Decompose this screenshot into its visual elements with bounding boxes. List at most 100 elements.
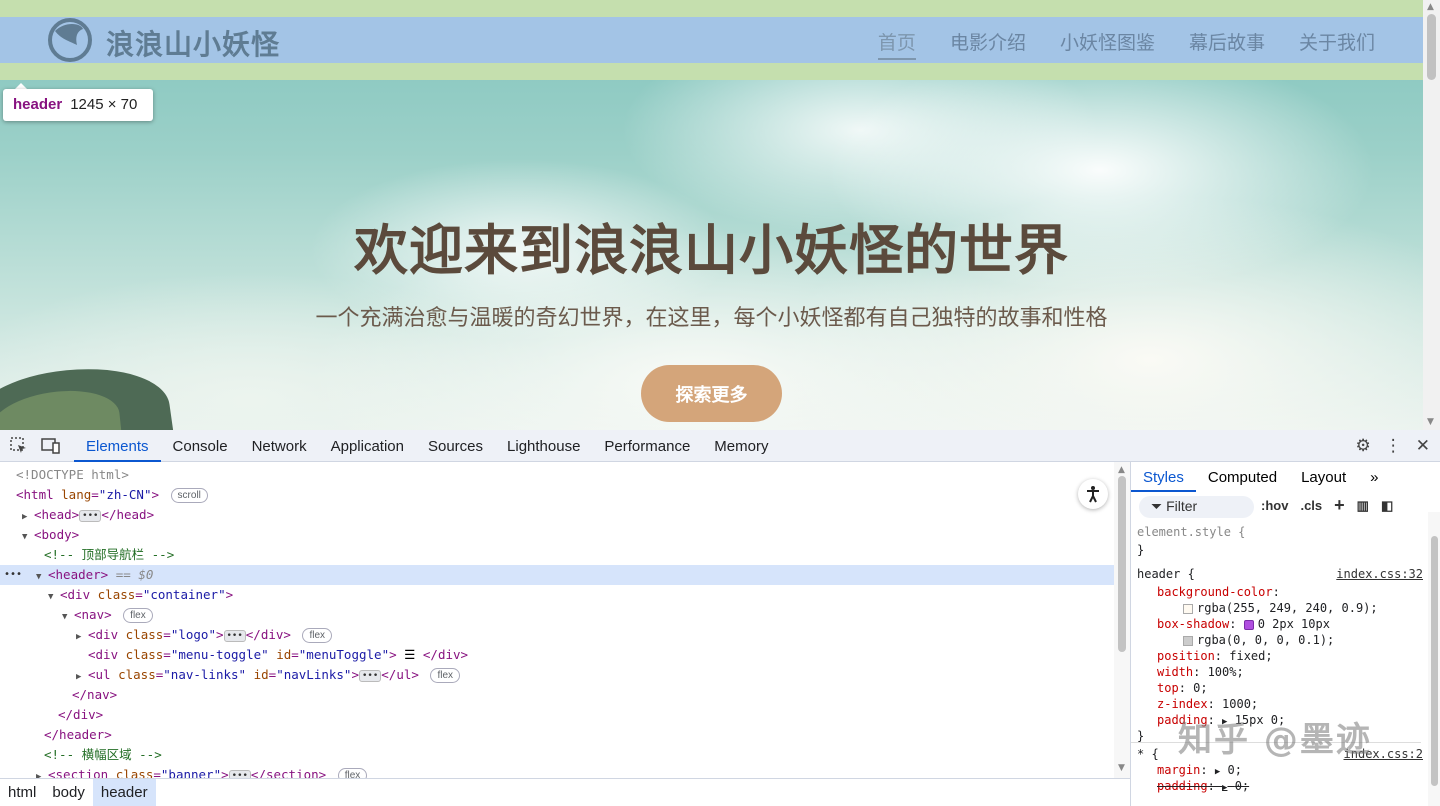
decl-width[interactable]: width: 100%;	[1157, 664, 1244, 680]
ellipsis-icon[interactable]: •••	[79, 509, 102, 522]
dom-node-nav[interactable]: ▼ <nav> flex	[0, 605, 1114, 625]
decl-box-shadow[interactable]: box-shadow: 0 2px 10px	[1157, 616, 1330, 632]
scroll-down-icon[interactable]: ▼	[1118, 764, 1125, 773]
accessibility-icon[interactable]	[1078, 479, 1108, 509]
inspect-element-icon[interactable]	[9, 436, 29, 456]
decl-padding-overridden[interactable]: padding: ▶ 0;	[1157, 778, 1249, 794]
more-dots-icon[interactable]: •••	[4, 565, 22, 585]
ellipsis-icon[interactable]: •••	[228, 769, 251, 778]
decl-z-index[interactable]: z-index: 1000;	[1157, 696, 1258, 712]
collapse-icon[interactable]: ▼	[22, 527, 34, 547]
breadcrumb-body[interactable]: body	[44, 779, 93, 806]
dom-node-nav-links[interactable]: ▶ <ul class="nav-links" id="navLinks"> •••…	[0, 665, 1114, 685]
styles-scrollbar[interactable]	[1428, 512, 1440, 806]
expand-icon[interactable]: ▶	[1222, 783, 1227, 793]
expand-icon[interactable]: ▶	[36, 767, 48, 778]
scroll-badge[interactable]: scroll	[170, 488, 208, 503]
dom-node-logo[interactable]: ▶ <div class="logo"> ••• </div> flex	[0, 625, 1114, 645]
tab-computed[interactable]: Computed	[1196, 462, 1289, 492]
add-rule-icon[interactable]: +	[1334, 496, 1345, 514]
hov-toggle[interactable]: :hov	[1261, 498, 1288, 514]
header-rule-selector[interactable]: header {index.css:32	[1137, 566, 1427, 582]
nav-link-gallery[interactable]: 小妖怪图鉴	[1060, 28, 1155, 55]
decl-top[interactable]: top: 0;	[1157, 680, 1208, 696]
tab-network[interactable]: Network	[240, 430, 319, 462]
collapse-icon[interactable]: ▼	[36, 567, 48, 587]
color-swatch[interactable]	[1183, 635, 1193, 646]
tab-lighthouse[interactable]: Lighthouse	[495, 430, 592, 462]
dom-node-html[interactable]: <html lang="zh-CN"> scroll	[0, 485, 1114, 505]
scroll-up-icon[interactable]: ▲	[1118, 466, 1125, 475]
expand-icon[interactable]: ▶	[1215, 767, 1220, 777]
header-source-link[interactable]: index.css:32	[1336, 566, 1423, 582]
cls-toggle[interactable]: .cls	[1300, 498, 1322, 514]
decl-background-value[interactable]: rgba(255, 249, 240, 0.9);	[1183, 600, 1378, 616]
decl-background[interactable]: background-color:	[1157, 584, 1280, 600]
breadcrumb-header[interactable]: header	[92, 779, 156, 806]
styles-filter-input[interactable]: ⏷ Filter	[1139, 496, 1254, 518]
elements-scrollbar[interactable]: ▲ ▼	[1114, 462, 1130, 778]
dom-node-section[interactable]: ▶ <section class="banner"> ••• </section> f…	[0, 765, 1114, 778]
explore-button[interactable]: 探索更多	[641, 365, 782, 422]
tab-console[interactable]: Console	[161, 430, 240, 462]
elements-scroll-thumb[interactable]	[1118, 476, 1126, 652]
tab-layout[interactable]: Layout	[1289, 462, 1358, 492]
decl-position[interactable]: position: fixed;	[1157, 648, 1273, 664]
dom-node-doctype[interactable]: <!DOCTYPE html>	[0, 465, 1114, 485]
close-icon[interactable]: ✕	[1416, 436, 1430, 456]
collapse-icon[interactable]: ▼	[62, 607, 74, 627]
sidebar-toggle-icon[interactable]: ◧	[1381, 498, 1393, 514]
paint-icon[interactable]: ▥	[1357, 498, 1369, 514]
expand-icon[interactable]: ▶	[76, 667, 88, 687]
styles-scroll-thumb[interactable]	[1431, 536, 1438, 786]
element-style-selector[interactable]: element.style {	[1137, 524, 1245, 540]
tab-application[interactable]: Application	[319, 430, 416, 462]
tab-styles[interactable]: Styles	[1131, 462, 1196, 492]
section-close-tag: </section>	[250, 767, 327, 778]
decl-margin[interactable]: margin: ▶ 0;	[1157, 762, 1242, 778]
device-toggle-icon[interactable]	[41, 436, 61, 456]
dom-node-div-close[interactable]: </div>	[0, 705, 1114, 725]
ellipsis-icon[interactable]: •••	[359, 669, 382, 682]
more-tabs-icon[interactable]: »	[1358, 462, 1390, 492]
breadcrumb-html[interactable]: html	[0, 779, 44, 806]
dom-node-header-selected[interactable]: ••• ▼ <header> == $0	[0, 565, 1114, 585]
page-scroll-thumb[interactable]	[1427, 14, 1436, 80]
dom-node-container[interactable]: ▼ <div class="container">	[0, 585, 1114, 605]
expand-icon[interactable]: ▶	[76, 627, 88, 647]
color-swatch[interactable]	[1183, 603, 1193, 614]
logo-icon[interactable]	[47, 17, 93, 63]
scroll-down-icon[interactable]: ▼	[1427, 418, 1434, 427]
nav-link-behind[interactable]: 幕后故事	[1189, 28, 1265, 55]
styles-tabs: Styles Computed Layout »	[1131, 462, 1440, 492]
flex-badge[interactable]: flex	[430, 668, 460, 683]
scroll-up-icon[interactable]: ▲	[1427, 3, 1434, 12]
expand-icon[interactable]: ▶	[22, 507, 34, 527]
dom-node-comment-banner[interactable]: <!-- 横幅区域 -->	[0, 745, 1114, 765]
site-header[interactable]: 浪浪山小妖怪 首页 电影介绍 小妖怪图鉴 幕后故事 关于我们	[0, 17, 1423, 63]
nav-link-movie[interactable]: 电影介绍	[950, 28, 1026, 55]
logo-text[interactable]: 浪浪山小妖怪	[106, 23, 280, 63]
flex-badge[interactable]: flex	[302, 628, 333, 643]
dom-node-head[interactable]: ▶ <head> ••• </head>	[0, 505, 1114, 525]
tab-sources[interactable]: Sources	[416, 430, 495, 462]
dom-node-menu-toggle[interactable]: <div class="menu-toggle" id="menuToggle"…	[0, 645, 1114, 665]
settings-gear-icon[interactable]: ⚙	[1356, 436, 1371, 456]
shadow-editor-icon[interactable]	[1243, 619, 1254, 630]
dom-node-comment[interactable]: <!-- 顶部导航栏 -->	[0, 545, 1114, 565]
tab-performance[interactable]: Performance	[592, 430, 702, 462]
flex-badge[interactable]: flex	[337, 768, 368, 778]
tab-elements[interactable]: Elements	[74, 430, 161, 462]
nav-link-about[interactable]: 关于我们	[1299, 28, 1375, 55]
tab-memory[interactable]: Memory	[702, 430, 780, 462]
flex-badge[interactable]: flex	[123, 608, 153, 623]
decl-box-shadow-value[interactable]: rgba(0, 0, 0, 0.1);	[1183, 632, 1334, 648]
collapse-icon[interactable]: ▼	[48, 587, 60, 607]
nav-link-home[interactable]: 首页	[877, 28, 916, 60]
dom-node-nav-close[interactable]: </nav>	[0, 685, 1114, 705]
ellipsis-icon[interactable]: •••	[223, 629, 246, 642]
more-options-icon[interactable]: ⋮	[1385, 436, 1402, 456]
dom-node-header-close[interactable]: </header>	[0, 725, 1114, 745]
dom-node-body[interactable]: ▼ <body>	[0, 525, 1114, 545]
page-scrollbar[interactable]: ▲ ▼	[1423, 0, 1440, 430]
